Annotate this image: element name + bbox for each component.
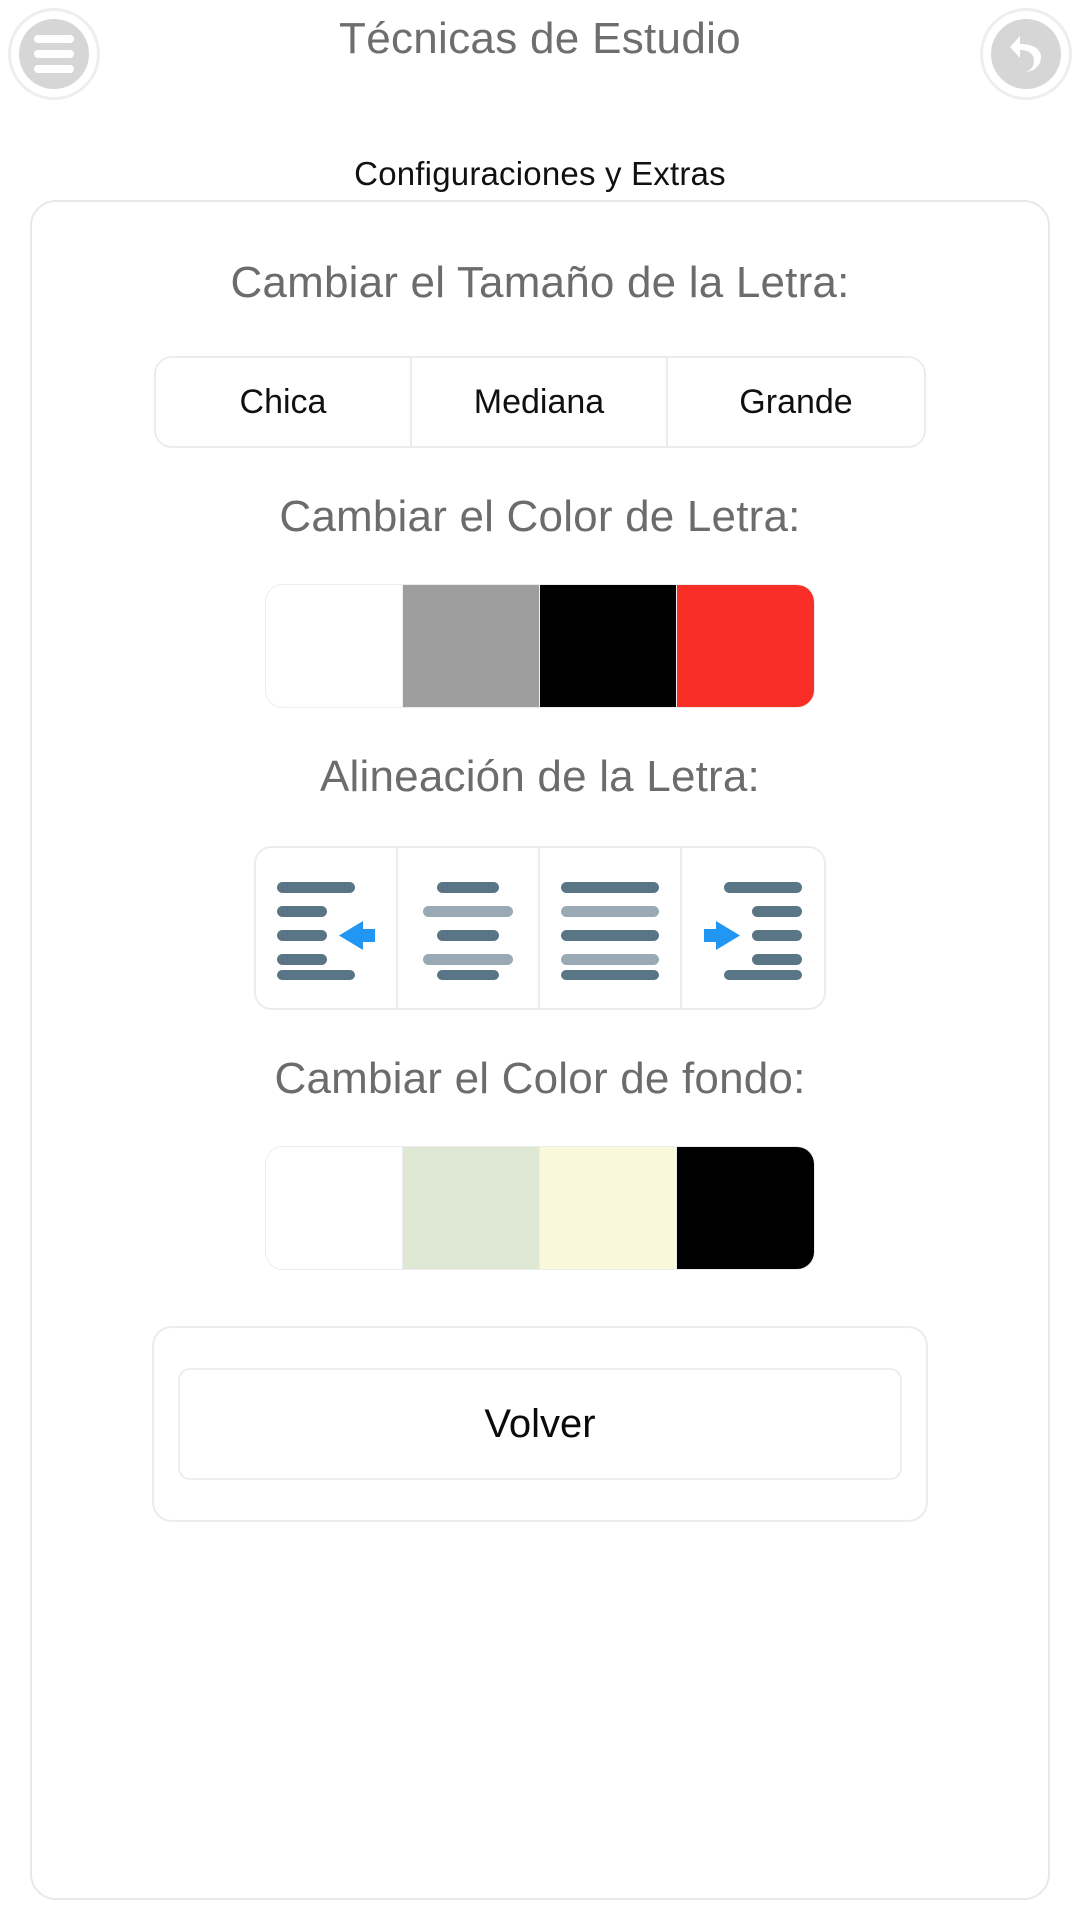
background-color-swatch-white[interactable] [266,1147,403,1269]
font-color-swatch-gray[interactable] [403,585,540,707]
font-size-option-medium[interactable]: Mediana [412,358,668,446]
alignment-button-group [254,846,826,1010]
font-size-segmented-control: Chica Mediana Grande [154,356,926,448]
font-color-swatch-wrapper [32,584,1048,708]
font-color-swatch-white[interactable] [266,585,403,707]
alignment-option-indent[interactable] [682,848,824,1008]
format-indent-increase-icon [698,876,808,980]
page-subtitle: Configuraciones y Extras [354,155,726,192]
alignment-option-center[interactable] [398,848,540,1008]
format-align-justify-icon [555,876,665,980]
back-button-container: Volver [152,1326,928,1522]
font-color-swatch-bar [265,584,815,708]
font-color-section-title: Cambiar el Color de Letra: [279,492,801,541]
page-title: Técnicas de Estudio [339,14,741,63]
background-color-swatch-light-green[interactable] [403,1147,540,1269]
app-header: Técnicas de Estudio [0,0,1080,110]
font-color-swatch-red[interactable] [677,585,814,707]
alignment-control-wrapper [32,846,1048,1010]
background-color-section-title: Cambiar el Color de fondo: [274,1054,806,1103]
settings-card: Cambiar el Tamaño de la Letra: Chica Med… [30,200,1050,1900]
background-color-swatch-wrapper [32,1146,1048,1270]
volver-button[interactable]: Volver [178,1368,902,1480]
background-color-swatch-light-cream[interactable] [540,1147,677,1269]
font-size-option-large[interactable]: Grande [668,358,924,446]
font-size-control-wrapper: Chica Mediana Grande [32,356,1048,448]
alignment-option-outdent[interactable] [256,848,398,1008]
background-color-swatch-black[interactable] [677,1147,814,1269]
format-align-center-icon [413,876,523,980]
alignment-option-justify[interactable] [540,848,682,1008]
back-button[interactable] [980,8,1072,100]
font-size-section-title: Cambiar el Tamaño de la Letra: [230,258,850,307]
settings-screen: Técnicas de Estudio Configuraciones y Ex… [0,0,1080,1920]
format-indent-decrease-icon [271,876,381,980]
hamburger-line [34,65,74,73]
undo-back-arrow-icon [991,19,1061,89]
font-color-swatch-black[interactable] [540,585,677,707]
background-color-swatch-bar [265,1146,815,1270]
alignment-section-title: Alineación de la Letra: [319,752,760,801]
font-size-option-small[interactable]: Chica [156,358,412,446]
